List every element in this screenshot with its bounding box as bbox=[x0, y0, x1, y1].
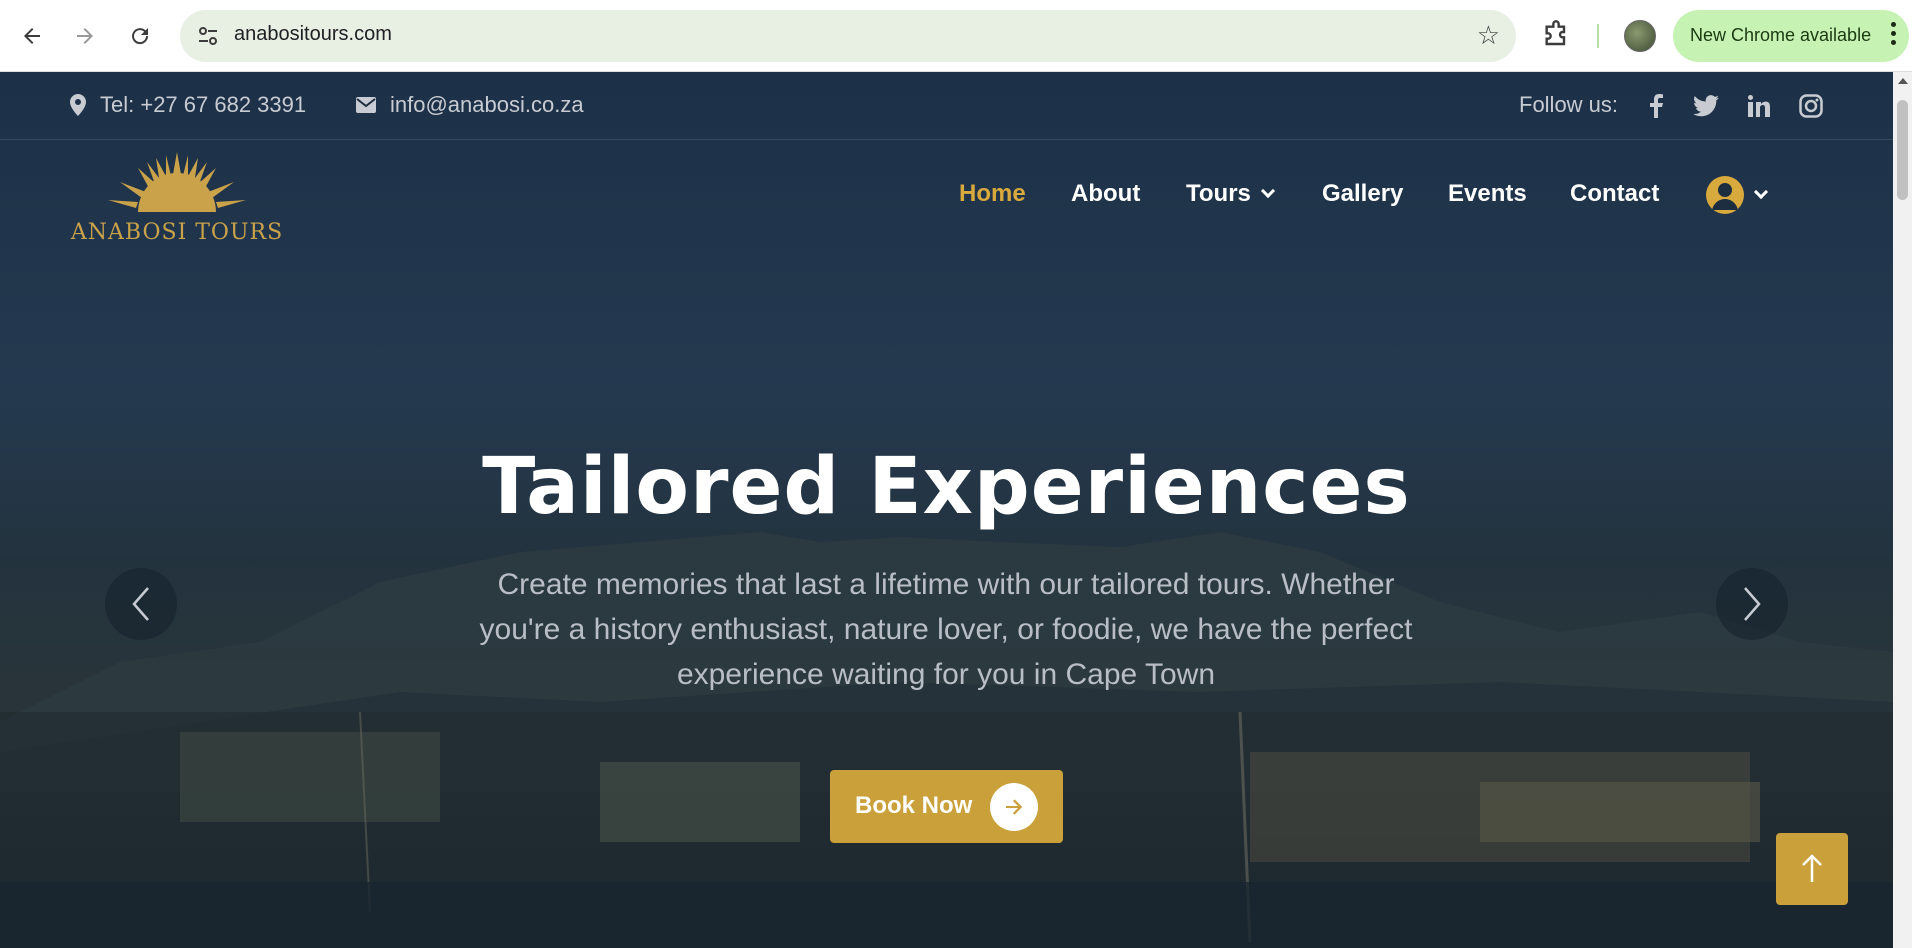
follow-us-label: Follow us: bbox=[1519, 92, 1618, 118]
chevron-right-icon bbox=[1744, 587, 1761, 621]
nav-contact[interactable]: Contact bbox=[1570, 180, 1659, 208]
linkedin-icon[interactable] bbox=[1743, 90, 1775, 122]
back-icon[interactable] bbox=[14, 18, 50, 54]
profile-avatar[interactable] bbox=[1624, 20, 1656, 52]
envelope-icon bbox=[356, 97, 376, 113]
sun-logo-icon bbox=[108, 152, 246, 212]
location-pin-icon bbox=[70, 94, 86, 116]
site-settings-icon[interactable] bbox=[196, 24, 220, 48]
contact-topbar: Tel: +27 67 682 3391 info@anabosi.co.za … bbox=[0, 72, 1893, 140]
hero-title: Tailored Experiences bbox=[482, 442, 1411, 532]
toolbar-divider bbox=[1597, 24, 1599, 48]
email-text: info@anabosi.co.za bbox=[390, 92, 584, 117]
more-menu-icon[interactable] bbox=[1891, 22, 1897, 50]
site-logo[interactable]: ANABOSI TOURS bbox=[68, 152, 286, 256]
address-bar[interactable]: anabositours.com ☆ bbox=[180, 10, 1516, 62]
book-now-button[interactable]: Book Now bbox=[830, 770, 1063, 843]
chevron-down-icon bbox=[1260, 183, 1275, 199]
chevron-left-icon bbox=[132, 587, 149, 621]
browser-toolbar: anabositours.com ☆ New Chrome available bbox=[0, 0, 1912, 72]
twitter-icon[interactable] bbox=[1690, 90, 1722, 122]
arrow-right-icon bbox=[990, 783, 1038, 831]
nav-tours-label: Tours bbox=[1186, 180, 1251, 207]
facebook-icon[interactable] bbox=[1640, 90, 1672, 122]
scroll-to-top-button[interactable] bbox=[1776, 833, 1848, 905]
nav-about[interactable]: About bbox=[1071, 180, 1140, 208]
nav-gallery[interactable]: Gallery bbox=[1322, 180, 1403, 208]
reload-icon[interactable] bbox=[122, 18, 158, 54]
nav-tours[interactable]: Tours bbox=[1186, 180, 1275, 208]
page-viewport: Tel: +27 67 682 3391 info@anabosi.co.za … bbox=[0, 72, 1893, 948]
scrollbar-thumb[interactable] bbox=[1897, 100, 1908, 200]
forward-icon[interactable] bbox=[67, 18, 103, 54]
page-scrollbar[interactable] bbox=[1893, 72, 1912, 948]
slider-prev-button[interactable] bbox=[105, 568, 177, 640]
update-chip-label: New Chrome available bbox=[1690, 25, 1872, 45]
email-contact[interactable]: info@anabosi.co.za bbox=[356, 92, 584, 118]
url-text[interactable]: anabositours.com bbox=[234, 23, 392, 46]
instagram-icon[interactable] bbox=[1795, 90, 1827, 122]
hero-description: Create memories that last a lifetime wit… bbox=[479, 568, 1413, 691]
phone-contact[interactable]: Tel: +27 67 682 3391 bbox=[70, 92, 306, 118]
chevron-down-icon bbox=[1753, 184, 1769, 200]
slider-next-button[interactable] bbox=[1716, 568, 1788, 640]
phone-text: Tel: +27 67 682 3391 bbox=[100, 92, 307, 117]
user-account-menu[interactable] bbox=[1706, 176, 1780, 216]
scroll-up-arrow-icon[interactable] bbox=[1898, 78, 1908, 84]
extensions-icon[interactable] bbox=[1540, 20, 1572, 52]
new-chrome-available-button[interactable]: New Chrome available bbox=[1673, 10, 1909, 62]
logo-text: ANABOSI TOURS bbox=[70, 220, 284, 245]
nav-events[interactable]: Events bbox=[1448, 180, 1527, 208]
arrow-up-icon bbox=[1802, 854, 1822, 882]
user-icon bbox=[1706, 176, 1744, 214]
bookmark-star-icon[interactable]: ☆ bbox=[1477, 22, 1500, 50]
book-now-label: Book Now bbox=[855, 792, 973, 819]
follow-us-text: Follow us: bbox=[1519, 92, 1619, 117]
nav-home[interactable]: Home bbox=[959, 180, 1026, 208]
